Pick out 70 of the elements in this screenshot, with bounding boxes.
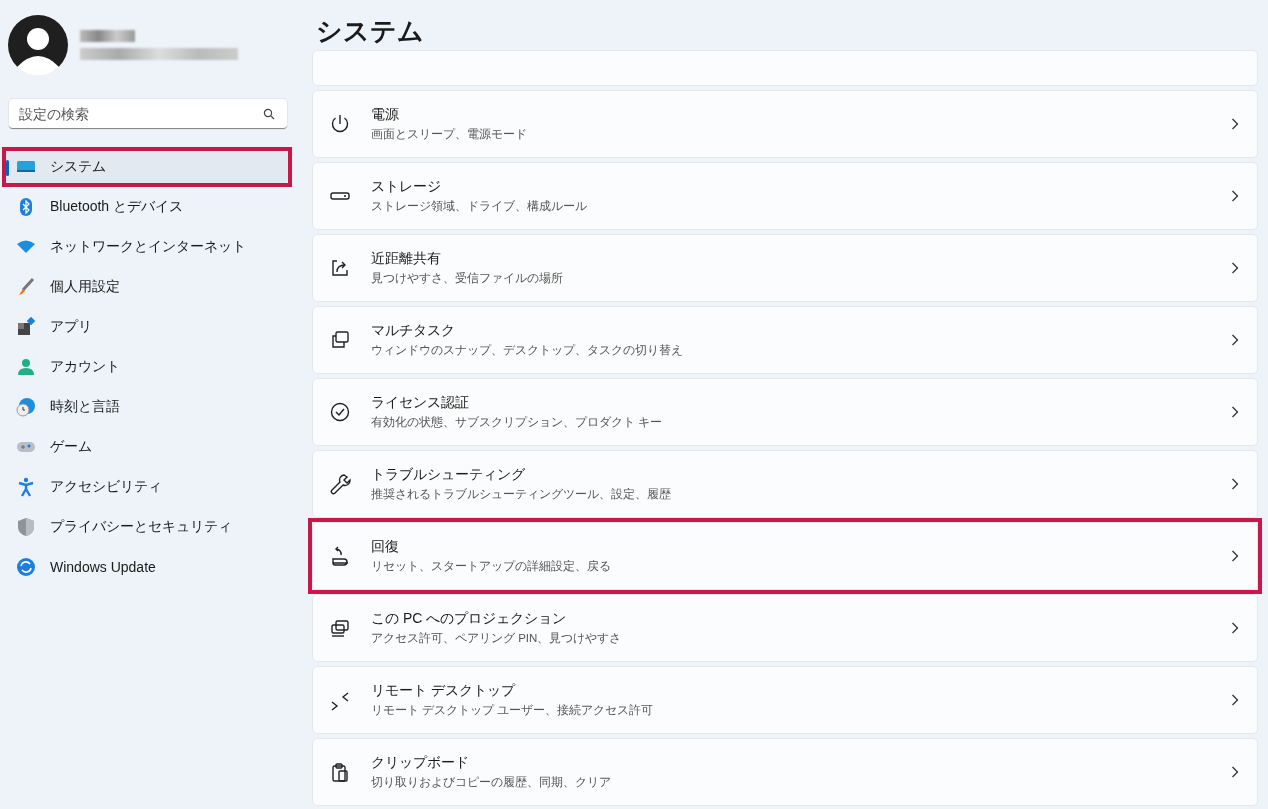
settings-card[interactable]: 電源 画面とスリープ、電源モード (312, 90, 1258, 158)
projection-icon (329, 617, 351, 639)
account-icon (16, 357, 36, 377)
card-description: リモート デスクトップ ユーザー、接続アクセス許可 (371, 703, 655, 718)
recovery-icon (329, 545, 351, 567)
card-description: ウィンドウのスナップ、デスクトップ、タスクの切り替え (371, 343, 684, 358)
card-title: リモート デスクトップ (371, 682, 517, 700)
search-icon (263, 108, 275, 120)
update-icon (16, 557, 36, 577)
settings-card[interactable]: ライセンス認証 有効化の状態、サブスクリプション、プロダクト キー (312, 378, 1258, 446)
chevron-icon (1231, 190, 1239, 202)
card-title: 電源 (371, 106, 400, 124)
nav-item[interactable]: システム (6, 151, 288, 183)
chevron-icon (1231, 406, 1239, 418)
card-description: リセット、スタートアップの詳細設定、戻る (371, 559, 612, 574)
share-icon (329, 257, 351, 279)
nav-item[interactable]: アプリ (6, 311, 288, 343)
nav-item[interactable]: Bluetooth とデバイス (6, 191, 288, 223)
chevron-icon (1231, 550, 1239, 562)
page-title: システム (316, 15, 425, 48)
time-icon (16, 397, 36, 417)
nav-item[interactable]: Windows Update (6, 551, 288, 583)
chevron-icon (1231, 334, 1239, 346)
chevron-icon (1231, 694, 1239, 706)
card-description: 有効化の状態、サブスクリプション、プロダクト キー (371, 415, 664, 430)
accessibility-icon (16, 477, 36, 497)
check-icon (329, 401, 351, 423)
avatar (8, 15, 68, 75)
settings-card[interactable]: トラブルシューティング 推奨されるトラブルシューティングツール、設定、履歴 (312, 450, 1258, 518)
card-title: 回復 (371, 538, 400, 556)
apps-icon (16, 317, 36, 337)
nav-item[interactable]: 個人用設定 (6, 271, 288, 303)
chevron-icon (1231, 622, 1239, 634)
shield-icon (16, 517, 36, 537)
nav-item[interactable]: プライバシーとセキュリティ (6, 511, 288, 543)
card-title: ライセンス認証 (371, 394, 470, 412)
settings-card[interactable]: マルチタスク ウィンドウのスナップ、デスクトップ、タスクの切り替え (312, 306, 1258, 374)
card-description: ストレージ領域、ドライブ、構成ルール (371, 199, 588, 214)
nav-item[interactable]: アカウント (6, 351, 288, 383)
settings-card[interactable]: 近距離共有 見つけやすさ、受信ファイルの場所 (312, 234, 1258, 302)
card-title: マルチタスク (371, 322, 456, 340)
nav-item[interactable]: ネットワークとインターネット (6, 231, 288, 263)
brush-icon (16, 277, 36, 297)
card-title: クリップボード (371, 754, 470, 772)
clipboard-icon (329, 761, 351, 783)
card-description: アクセス許可、ペアリング PIN、見つけやすさ (371, 631, 623, 646)
chevron-icon (1231, 118, 1239, 130)
search-field[interactable]: 設定の検索 (9, 99, 287, 129)
card-description: 画面とスリープ、電源モード (371, 127, 528, 142)
nav-item[interactable]: 時刻と言語 (6, 391, 288, 423)
card-title: この PC へのプロジェクション (371, 610, 568, 628)
multitask-icon (329, 329, 351, 351)
card-title: ストレージ (371, 178, 442, 196)
card-title: 近距離共有 (371, 250, 442, 268)
settings-card[interactable]: 回復 リセット、スタートアップの詳細設定、戻る (312, 522, 1258, 590)
card-description: 推奨されるトラブルシューティングツール、設定、履歴 (371, 487, 672, 502)
settings-card[interactable]: ストレージ ストレージ領域、ドライブ、構成ルール (312, 162, 1258, 230)
chevron-icon (1231, 478, 1239, 490)
card-description: 見つけやすさ、受信ファイルの場所 (371, 271, 564, 286)
settings-card[interactable]: この PC へのプロジェクション アクセス許可、ペアリング PIN、見つけやすさ (312, 594, 1258, 662)
card-description: 切り取りおよびコピーの履歴、同期、クリア (371, 775, 612, 790)
settings-card[interactable]: クリップボード 切り取りおよびコピーの履歴、同期、クリア (312, 738, 1258, 806)
card-title: トラブルシューティング (371, 466, 526, 484)
wrench-icon (329, 473, 351, 495)
nav-item[interactable]: ゲーム (6, 431, 288, 463)
nav-item[interactable]: アクセシビリティ (6, 471, 288, 503)
settings-card[interactable]: リモート デスクトップ リモート デスクトップ ユーザー、接続アクセス許可 (312, 666, 1258, 734)
chevron-icon (1231, 766, 1239, 778)
power-icon (329, 113, 351, 135)
chevron-icon (1231, 262, 1239, 274)
